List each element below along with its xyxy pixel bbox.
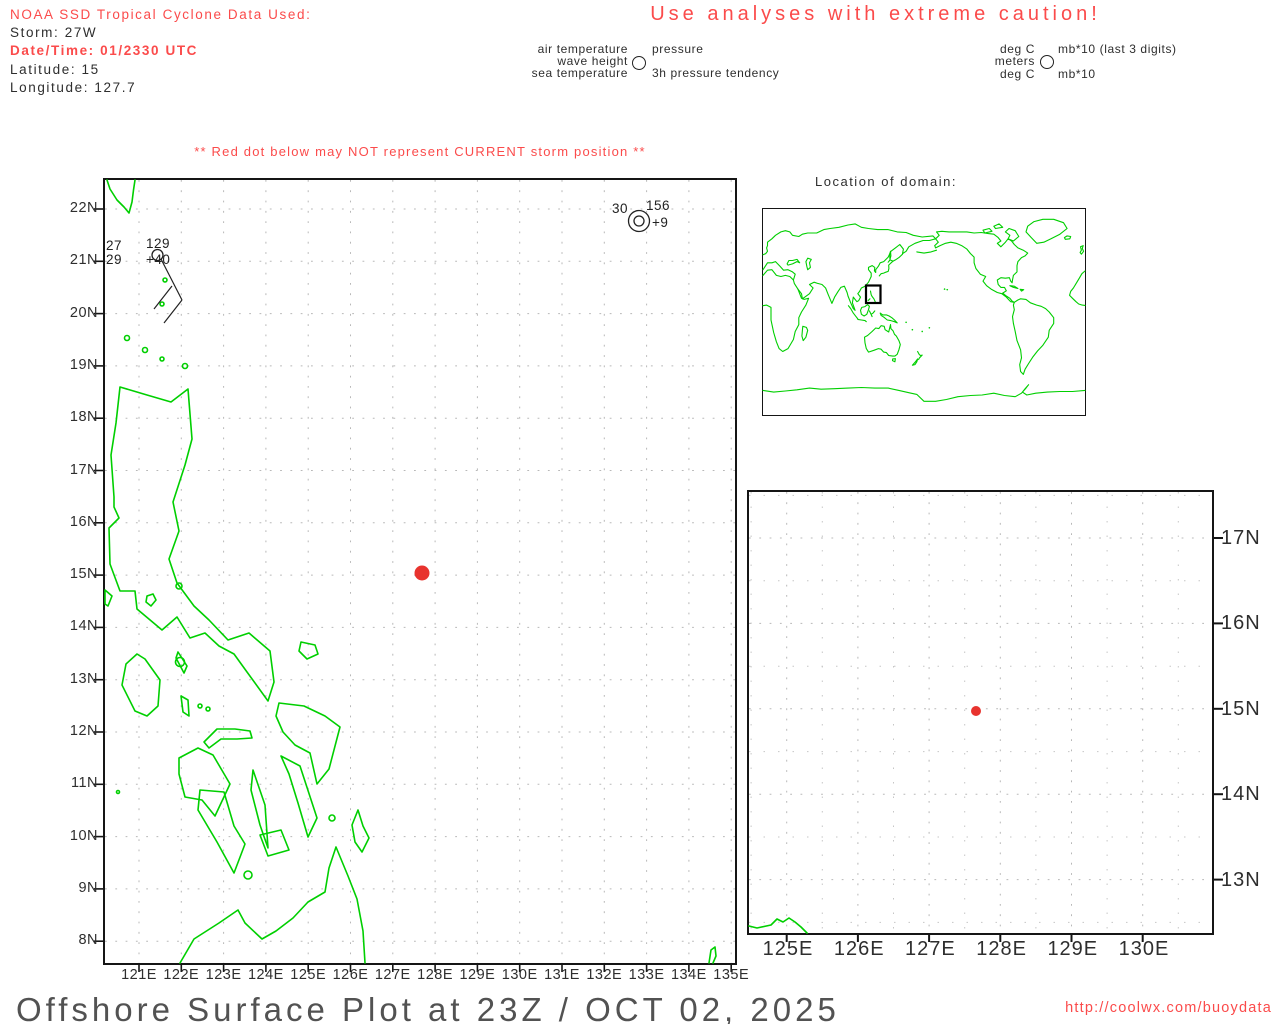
legend-unit-mb10: mb*10: [1058, 67, 1096, 81]
legend-unit-meters: meters: [955, 54, 1035, 68]
caution-text: Use analyses with extreme caution!: [618, 3, 1133, 26]
storm-position-warning: ** Red dot below may NOT represent CURRE…: [105, 144, 735, 159]
axis-label: 127E: [898, 938, 962, 961]
storm-info-line: Storm: 27W: [10, 24, 97, 42]
axis-label: 18N: [52, 409, 98, 425]
station-circle-icon: [1040, 55, 1054, 69]
station1-air-temp: 27: [90, 238, 122, 253]
station2-pressure: 156: [646, 198, 670, 213]
axis-label: 125E: [756, 938, 820, 961]
station1-pressure: 129: [146, 236, 170, 251]
axis-label: 14N: [52, 618, 98, 634]
plot-title: Offshore Surface Plot at 23Z / OCT 02, 2…: [16, 991, 840, 1024]
axis-label: 8N: [52, 932, 98, 948]
storm-position-dot-zoom: [971, 706, 981, 716]
storm-info-line: Longitude: 127.7: [10, 79, 136, 97]
station1-tendency: +40: [146, 252, 170, 267]
surface-plot-page: NOAA SSD Tropical Cyclone Data Used: Sto…: [0, 0, 1280, 1024]
axis-label: 15N: [1221, 698, 1261, 721]
zoom-map-canvas: [749, 492, 1212, 933]
source-url-link[interactable]: http://coolwx.com/buoydata: [1000, 1000, 1272, 1016]
axis-label: 16N: [1221, 612, 1261, 635]
axis-label: 126E: [827, 938, 891, 961]
axis-label: 20N: [52, 305, 98, 321]
storm-info-line: Date/Time: 01/2330 UTC: [10, 42, 198, 60]
legend-unit-mb10-last3: mb*10 (last 3 digits): [1058, 42, 1177, 56]
axis-label: 22N: [52, 200, 98, 216]
axis-label: 129E: [1041, 938, 1105, 961]
main-map: [103, 178, 737, 965]
axis-label: 10N: [52, 828, 98, 844]
axis-label: 128E: [970, 938, 1034, 961]
axis-label: 9N: [52, 880, 98, 896]
axis-label: 13N: [52, 671, 98, 687]
storm-info-line: NOAA SSD Tropical Cyclone Data Used:: [10, 6, 311, 24]
storm-info-line: Latitude: 15: [10, 61, 100, 79]
axis-label: 16N: [52, 514, 98, 530]
station2-tendency: +9: [652, 215, 668, 230]
legend-sea-temperature: sea temperature: [508, 66, 628, 80]
axis-label: 19N: [52, 357, 98, 373]
world-map-canvas: [763, 209, 1085, 415]
axis-label: 14N: [1221, 783, 1261, 806]
main-map-canvas: [105, 180, 735, 963]
axis-label: 17N: [1221, 527, 1261, 550]
station-circle-icon: [632, 56, 646, 70]
legend-pressure: pressure: [652, 42, 704, 56]
legend-pressure-tendency: 3h pressure tendency: [652, 66, 779, 80]
inset-title: Location of domain:: [815, 174, 957, 189]
axis-label: 17N: [52, 462, 98, 478]
axis-label: 13N: [1221, 869, 1261, 892]
station2-air-temp: 30: [596, 201, 628, 216]
world-inset-map: [762, 208, 1086, 416]
legend-unit-degc-sea: deg C: [955, 67, 1035, 81]
axis-label: 130E: [1112, 938, 1176, 961]
zoom-map: [747, 490, 1214, 935]
axis-label: 12N: [52, 723, 98, 739]
storm-position-dot: [415, 566, 430, 581]
axis-label: 15N: [52, 566, 98, 582]
station1-sea-temp: 29: [90, 252, 122, 267]
axis-label: 11N: [52, 775, 98, 791]
